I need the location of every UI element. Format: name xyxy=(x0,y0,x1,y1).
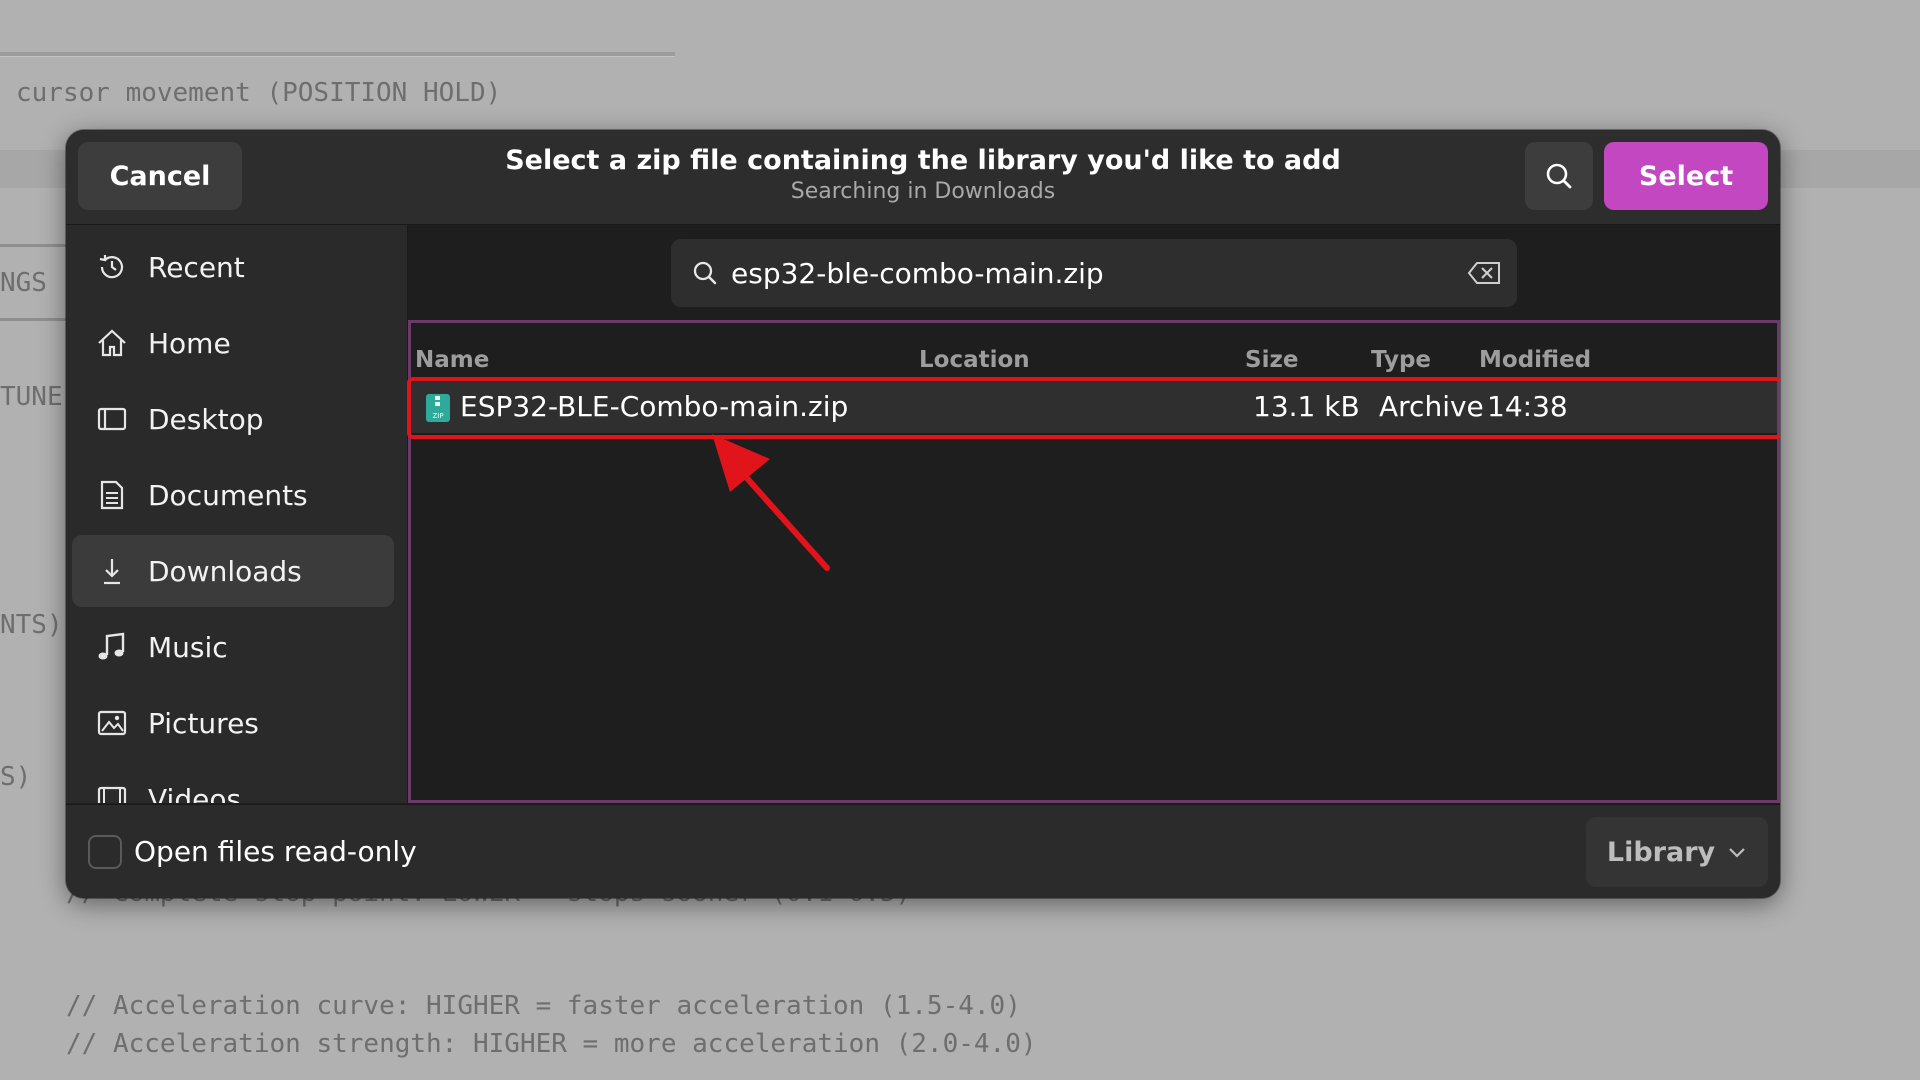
column-header-size[interactable]: Size xyxy=(1245,347,1298,373)
picture-icon xyxy=(94,705,130,741)
document-icon xyxy=(94,477,130,513)
editor-code-line: cursor movement (POSITION HOLD) xyxy=(16,78,502,108)
clock-icon xyxy=(94,249,130,285)
sidebar-item-label: Home xyxy=(148,326,231,360)
video-icon xyxy=(94,781,130,803)
editor-code-line: // Acceleration curve: HIGHER = faster a… xyxy=(66,991,1021,1021)
sidebar-item-pictures[interactable]: Pictures xyxy=(72,687,394,759)
file-type: Archive xyxy=(1379,390,1484,423)
column-header-type[interactable]: Type xyxy=(1371,347,1431,373)
download-icon xyxy=(94,553,130,589)
sidebar-item-label: Videos xyxy=(148,782,242,804)
sidebar-item-music[interactable]: Music xyxy=(72,611,394,683)
file-list: Name Location Size Type Modified ZIP ESP… xyxy=(407,320,1780,803)
sidebar-item-recent[interactable]: Recent xyxy=(72,231,394,303)
home-icon xyxy=(94,325,130,361)
file-filter-label: Library xyxy=(1606,836,1716,868)
sidebar-item-label: Desktop xyxy=(148,402,264,436)
editor-code-fragment: NGS xyxy=(0,268,47,298)
sidebar-item-documents[interactable]: Documents xyxy=(72,459,394,531)
column-header-name[interactable]: Name xyxy=(415,347,489,373)
editor-rule xyxy=(0,318,68,321)
select-button[interactable]: Select xyxy=(1604,142,1768,210)
sidebar-item-label: Music xyxy=(148,630,228,664)
file-modified: 14:38 xyxy=(1487,390,1568,423)
editor-code-fragment: NTS) xyxy=(0,610,63,640)
readonly-checkbox[interactable] xyxy=(88,835,122,869)
chevron-down-icon xyxy=(1729,848,1745,858)
table-row[interactable]: ZIP ESP32-BLE-Combo-main.zip 13.1 kB Arc… xyxy=(407,377,1780,439)
editor-code-fragment: S) xyxy=(0,762,32,792)
sidebar-item-label: Downloads xyxy=(148,554,302,588)
backspace-clear-icon[interactable] xyxy=(1467,261,1501,285)
search-icon xyxy=(691,259,719,287)
desktop-icon xyxy=(94,401,130,437)
file-chooser-dialog: Cancel Select a zip file containing the … xyxy=(66,130,1780,898)
sidebar-item-home[interactable]: Home xyxy=(72,307,394,379)
file-name: ESP32-BLE-Combo-main.zip xyxy=(460,390,849,423)
editor-code-line: // Acceleration strength: HIGHER = more … xyxy=(66,1029,1037,1059)
readonly-checkbox-label[interactable]: Open files read-only xyxy=(134,805,417,898)
dialog-subtitle: Searching in Downloads xyxy=(790,179,1056,204)
sidebar-item-label: Documents xyxy=(148,478,308,512)
dialog-title-area: Select a zip file containing the library… xyxy=(306,144,1540,206)
sidebar-item-label: Recent xyxy=(148,250,245,284)
sidebar-item-downloads[interactable]: Downloads xyxy=(72,535,394,607)
sidebar-item-desktop[interactable]: Desktop xyxy=(72,383,394,455)
svg-text:ZIP: ZIP xyxy=(432,412,443,420)
search-input[interactable] xyxy=(731,256,1467,290)
places-sidebar: Recent Home Desktop Documents Downloads xyxy=(66,225,408,803)
editor-rule xyxy=(0,244,68,247)
file-size: 13.1 kB xyxy=(1253,390,1360,423)
dialog-footer: Open files read-only Library xyxy=(66,804,1780,898)
column-header-location[interactable]: Location xyxy=(919,347,1030,373)
file-filter-dropdown[interactable]: Library xyxy=(1586,817,1768,887)
column-header-modified[interactable]: Modified xyxy=(1479,347,1591,373)
search-icon xyxy=(1546,163,1572,189)
location-search-field[interactable] xyxy=(671,239,1517,307)
search-toggle-button[interactable] xyxy=(1525,142,1593,210)
sidebar-item-videos[interactable]: Videos xyxy=(72,763,394,803)
cancel-button[interactable]: Cancel xyxy=(78,142,242,210)
editor-separator-line xyxy=(0,52,675,57)
dialog-title: Select a zip file containing the library… xyxy=(505,145,1341,176)
editor-code-fragment: TUNE xyxy=(0,382,63,412)
zip-archive-icon: ZIP xyxy=(425,393,451,427)
sidebar-item-label: Pictures xyxy=(148,706,259,740)
music-note-icon xyxy=(94,629,130,665)
dialog-header: Cancel Select a zip file containing the … xyxy=(66,130,1780,225)
